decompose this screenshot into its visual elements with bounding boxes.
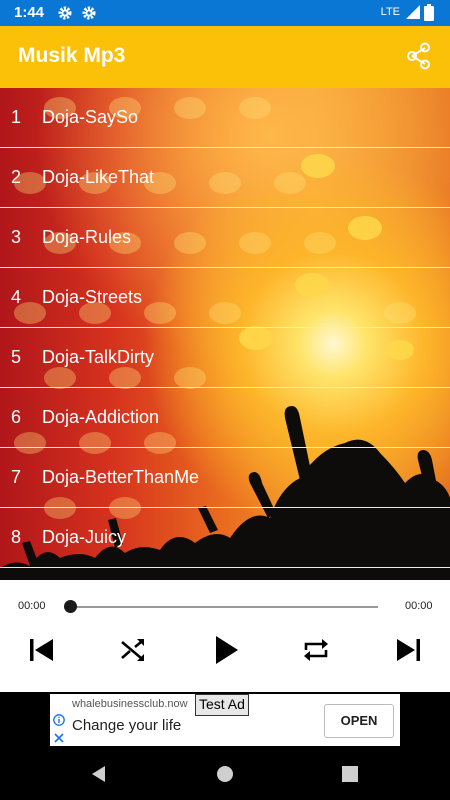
player-controls: 00:00 00:00	[0, 580, 450, 692]
track-title: Doja-SaySo	[42, 107, 139, 127]
next-icon[interactable]	[388, 630, 428, 670]
track-row[interactable]: 3 Doja-Rules	[0, 208, 450, 268]
system-nav-bar	[0, 748, 450, 800]
track-number: 4	[11, 287, 22, 307]
repeat-icon[interactable]	[296, 630, 336, 670]
track-number: 3	[11, 227, 22, 247]
track-list: 1 Doja-SaySo 2 Doja-LikeThat 3 Doja-Rule…	[0, 88, 450, 580]
ad-banner[interactable]: whalebusinessclub.now Test Ad Change you…	[50, 694, 400, 746]
back-icon[interactable]	[89, 764, 109, 784]
track-row[interactable]: 8 Doja-Juicy	[0, 508, 450, 568]
recents-icon[interactable]	[340, 764, 360, 784]
track-title: Doja-LikeThat	[42, 167, 155, 187]
test-ad-label: Test Ad	[195, 694, 249, 716]
settings-gear-icon	[82, 6, 96, 20]
network-type: LTE	[380, 6, 400, 18]
play-icon[interactable]	[205, 630, 245, 670]
track-number: 6	[11, 407, 22, 427]
app-title: Musik Mp3	[18, 44, 126, 67]
shuffle-icon[interactable]	[113, 630, 153, 670]
track-title: Doja-TalkDirty	[42, 347, 155, 367]
track-number: 7	[11, 467, 22, 487]
track-row[interactable]: 6 Doja-Addiction	[0, 388, 450, 448]
track-title: Doja-Streets	[42, 287, 143, 307]
ad-headline: Change your life	[72, 717, 182, 734]
seek-thumb[interactable]	[63, 600, 77, 613]
seek-bar[interactable]	[70, 606, 378, 608]
track-number: 5	[11, 347, 22, 367]
track-row[interactable]: 5 Doja-TalkDirty	[0, 328, 450, 388]
track-row[interactable]: 2 Doja-LikeThat	[0, 148, 450, 208]
track-number: 1	[11, 107, 22, 127]
share-icon[interactable]	[404, 41, 434, 71]
track-row[interactable]: 4 Doja-Streets	[0, 268, 450, 328]
ad-close-icon[interactable]	[53, 732, 65, 744]
status-time: 1:44	[14, 4, 45, 21]
signal-icon	[406, 5, 420, 19]
previous-icon[interactable]	[22, 630, 62, 670]
status-bar: 1:44 LTE	[0, 0, 450, 26]
ad-open-button[interactable]: OPEN	[324, 704, 394, 738]
ad-url: whalebusinessclub.now	[72, 698, 188, 710]
track-title: Doja-Rules	[42, 227, 132, 247]
track-row[interactable]: 7 Doja-BetterThanMe	[0, 448, 450, 508]
total-time: 00:00	[405, 600, 433, 612]
track-title: Doja-BetterThanMe	[42, 467, 200, 487]
track-number: 2	[11, 167, 22, 187]
ad-info-icon[interactable]	[53, 714, 65, 726]
current-time: 00:00	[18, 600, 46, 612]
home-icon[interactable]	[215, 764, 235, 784]
track-title: Doja-Addiction	[42, 407, 160, 427]
battery-icon	[424, 4, 434, 21]
track-number: 8	[11, 527, 22, 547]
track-row[interactable]: 1 Doja-SaySo	[0, 88, 450, 148]
track-title: Doja-Juicy	[42, 527, 127, 547]
settings-gear-icon	[58, 6, 72, 20]
app-bar: Musik Mp3	[0, 26, 450, 88]
